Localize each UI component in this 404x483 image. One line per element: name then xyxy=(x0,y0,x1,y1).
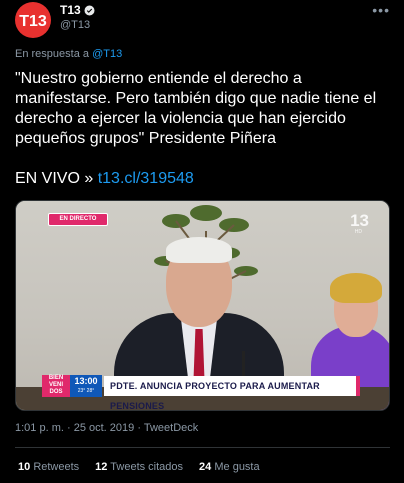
verified-badge-icon xyxy=(84,5,95,15)
display-name[interactable]: T13 xyxy=(60,3,81,17)
divider xyxy=(15,447,390,448)
news-headline: PDTE. ANUNCIA PROYECTO PARA AUMENTAR PEN… xyxy=(104,376,360,410)
quotes-stat[interactable]: 12 Tweets citados xyxy=(95,461,183,473)
tweet-source: TweetDeck xyxy=(143,422,199,434)
tv-lower-third: BIEN VENI DOS 13:00 23° 28° PDTE. ANUNCI… xyxy=(42,375,360,410)
headline-accent xyxy=(356,376,360,396)
tweet-header: T13 T13 @T13 ••• xyxy=(15,2,390,38)
author-info[interactable]: T13 @T13 xyxy=(60,3,95,31)
clock-time: 13:00 xyxy=(74,376,98,386)
tweet-meta: 1:01 p. m. · 25 oct. 2019 · TweetDeck xyxy=(15,422,199,434)
avatar[interactable]: T13 xyxy=(15,2,51,38)
tweet-media-image[interactable]: EN DIRECTO 13 HD BIEN VENI DOS 13:00 23°… xyxy=(15,200,390,411)
reply-context: En respuesta a @T13 xyxy=(15,48,122,60)
channel-watermark-sub: HD xyxy=(354,229,362,235)
t13-logo-icon: T13 xyxy=(19,13,47,30)
reply-prefix: En respuesta a xyxy=(15,48,89,60)
second-person-hair xyxy=(330,273,382,303)
temperature: 23° 28° xyxy=(77,388,95,394)
more-horizontal-icon[interactable]: ••• xyxy=(372,2,390,18)
show-logo: BIEN VENI DOS xyxy=(42,375,70,397)
likes-stat[interactable]: 24 Me gusta xyxy=(199,461,260,473)
clock-box: 13:00 23° 28° xyxy=(70,375,102,397)
live-prefix: EN VIVO » xyxy=(15,170,94,187)
tweet-link[interactable]: t13.cl/319548 xyxy=(98,170,194,187)
engagement-stats: 10 Retweets 12 Tweets citados 24 Me gust… xyxy=(18,461,260,473)
live-badge: EN DIRECTO xyxy=(48,213,108,226)
tweet-text: "Nuestro gobierno entiende el derecho a … xyxy=(15,70,377,147)
live-line: EN VIVO » t13.cl/319548 xyxy=(15,169,194,189)
retweets-stat[interactable]: 10 Retweets xyxy=(18,461,79,473)
person-hair xyxy=(166,237,232,263)
channel-watermark: 13 xyxy=(350,211,369,230)
reply-to-link[interactable]: @T13 xyxy=(92,48,122,60)
handle[interactable]: @T13 xyxy=(60,19,95,31)
tweet-time[interactable]: 1:01 p. m. xyxy=(15,422,64,434)
svg-text:T13: T13 xyxy=(19,13,47,30)
tweet-date[interactable]: 25 oct. 2019 xyxy=(74,422,135,434)
